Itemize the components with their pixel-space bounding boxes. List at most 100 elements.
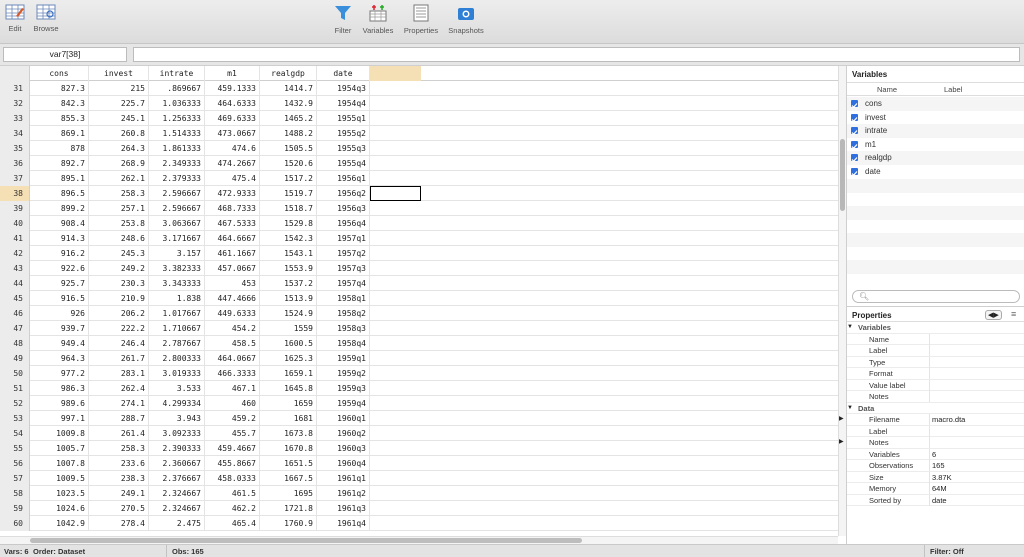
data-cell[interactable]: 257.1	[89, 201, 149, 216]
data-cell[interactable]: 459.4667	[205, 441, 260, 456]
row-number[interactable]: 40	[0, 216, 30, 231]
column-header-cons[interactable]: cons	[30, 66, 89, 81]
data-cell[interactable]: 210.9	[89, 291, 149, 306]
data-cell[interactable]: 1488.2	[260, 126, 317, 141]
data-cell[interactable]: 260.8	[89, 126, 149, 141]
disclosure-arrow-icon[interactable]: ▶	[839, 437, 844, 448]
data-cell[interactable]: 222.2	[89, 321, 149, 336]
data-cell[interactable]: 1659	[260, 396, 317, 411]
data-cell[interactable]: 245.3	[89, 246, 149, 261]
data-cell[interactable]: 1024.6	[30, 501, 89, 516]
data-cell[interactable]: 454.2	[205, 321, 260, 336]
data-cell[interactable]: 892.7	[30, 156, 89, 171]
variable-checkbox[interactable]	[851, 140, 858, 149]
data-cell[interactable]: 1957q2	[317, 246, 370, 261]
row-number[interactable]: 51	[0, 381, 30, 396]
data-cell[interactable]: 939.7	[30, 321, 89, 336]
data-cell[interactable]: 925.7	[30, 276, 89, 291]
data-cell[interactable]: 1960q4	[317, 456, 370, 471]
data-cell[interactable]: 1961q1	[317, 471, 370, 486]
property-row[interactable]: Label	[847, 345, 1024, 357]
data-cell[interactable]: 878	[30, 141, 89, 156]
data-cell[interactable]: 3.092333	[149, 426, 205, 441]
data-cell[interactable]: 3.343333	[149, 276, 205, 291]
data-cell[interactable]: 467.5333	[205, 216, 260, 231]
data-cell[interactable]: 249.2	[89, 261, 149, 276]
variable-row[interactable]: realgdp	[847, 151, 1024, 166]
data-cell[interactable]: 1673.8	[260, 426, 317, 441]
data-cell[interactable]: 1009.5	[30, 471, 89, 486]
data-cell[interactable]: 949.4	[30, 336, 89, 351]
variables-button[interactable]: Variables	[360, 4, 396, 35]
data-cell[interactable]: 1681	[260, 411, 317, 426]
data-cell[interactable]: 1956q1	[317, 171, 370, 186]
data-cell[interactable]: 2.390333	[149, 441, 205, 456]
data-cell[interactable]: 233.6	[89, 456, 149, 471]
data-cell[interactable]: 1959q3	[317, 381, 370, 396]
row-number[interactable]: 37	[0, 171, 30, 186]
data-cell[interactable]: 986.3	[30, 381, 89, 396]
data-cell[interactable]: 466.3333	[205, 366, 260, 381]
data-cell[interactable]: 1958q1	[317, 291, 370, 306]
snapshots-button[interactable]: Snapshots	[444, 4, 488, 35]
data-cell[interactable]: 1.838	[149, 291, 205, 306]
data-cell[interactable]: 2.376667	[149, 471, 205, 486]
data-cell[interactable]: 1667.5	[260, 471, 317, 486]
data-cell[interactable]: 1954q4	[317, 96, 370, 111]
data-cell[interactable]: 461.1667	[205, 246, 260, 261]
data-cell[interactable]: 1670.8	[260, 441, 317, 456]
data-cell[interactable]: 1959q4	[317, 396, 370, 411]
row-number[interactable]: 36	[0, 156, 30, 171]
data-cell[interactable]: 3.943	[149, 411, 205, 426]
data-cell[interactable]: 1513.9	[260, 291, 317, 306]
filter-button[interactable]: Filter	[331, 4, 355, 35]
data-cell[interactable]: 2.379333	[149, 171, 205, 186]
row-number[interactable]: 49	[0, 351, 30, 366]
row-number[interactable]: 33	[0, 111, 30, 126]
data-cell[interactable]: 1600.5	[260, 336, 317, 351]
row-number[interactable]: 60	[0, 516, 30, 531]
data-cell[interactable]: 869.1	[30, 126, 89, 141]
data-cell[interactable]: 1.036333	[149, 96, 205, 111]
prev-next-arrows[interactable]: ◀▶	[985, 310, 1002, 320]
variable-row[interactable]	[847, 260, 1024, 275]
property-row[interactable]: Label	[847, 425, 1024, 437]
data-cell[interactable]: 1960q1	[317, 411, 370, 426]
data-cell[interactable]: 464.6667	[205, 231, 260, 246]
data-cell[interactable]: 989.6	[30, 396, 89, 411]
disclosure-arrow-icon[interactable]: ▼	[847, 403, 853, 414]
data-cell[interactable]: 1959q2	[317, 366, 370, 381]
data-cell[interactable]: 1.017667	[149, 306, 205, 321]
data-cell[interactable]: 2.360667	[149, 456, 205, 471]
row-number[interactable]: 55	[0, 441, 30, 456]
data-cell[interactable]: 258.3	[89, 441, 149, 456]
data-cell[interactable]: 261.7	[89, 351, 149, 366]
data-cell[interactable]: 1956q3	[317, 201, 370, 216]
row-number[interactable]: 39	[0, 201, 30, 216]
data-cell[interactable]: 997.1	[30, 411, 89, 426]
data-cell[interactable]: 467.1	[205, 381, 260, 396]
data-cell[interactable]: 2.787667	[149, 336, 205, 351]
data-cell[interactable]: 474.2667	[205, 156, 260, 171]
data-cell[interactable]: 1961q3	[317, 501, 370, 516]
property-row[interactable]: ▶ Notes	[839, 437, 1024, 449]
data-cell[interactable]: 1542.3	[260, 231, 317, 246]
data-cell[interactable]: 1955q4	[317, 156, 370, 171]
data-cell[interactable]: 1961q2	[317, 486, 370, 501]
data-cell[interactable]: 1960q2	[317, 426, 370, 441]
row-number[interactable]: 59	[0, 501, 30, 516]
data-cell[interactable]: 283.1	[89, 366, 149, 381]
variable-checkbox[interactable]	[851, 168, 858, 177]
data-cell[interactable]: 473.0667	[205, 126, 260, 141]
data-cell[interactable]: 1956q4	[317, 216, 370, 231]
data-cell[interactable]: 453	[205, 276, 260, 291]
data-cell[interactable]: 1529.8	[260, 216, 317, 231]
data-cell[interactable]: 3.171667	[149, 231, 205, 246]
property-section[interactable]: ▼ Variables	[847, 322, 1024, 334]
property-row[interactable]: Size 3.87K	[847, 471, 1024, 483]
data-cell[interactable]: 274.1	[89, 396, 149, 411]
data-cell[interactable]: 1519.7	[260, 186, 317, 201]
disclosure-arrow-icon[interactable]: ▼	[847, 322, 853, 333]
data-cell[interactable]: 460	[205, 396, 260, 411]
properties-button[interactable]: Properties	[400, 4, 442, 35]
